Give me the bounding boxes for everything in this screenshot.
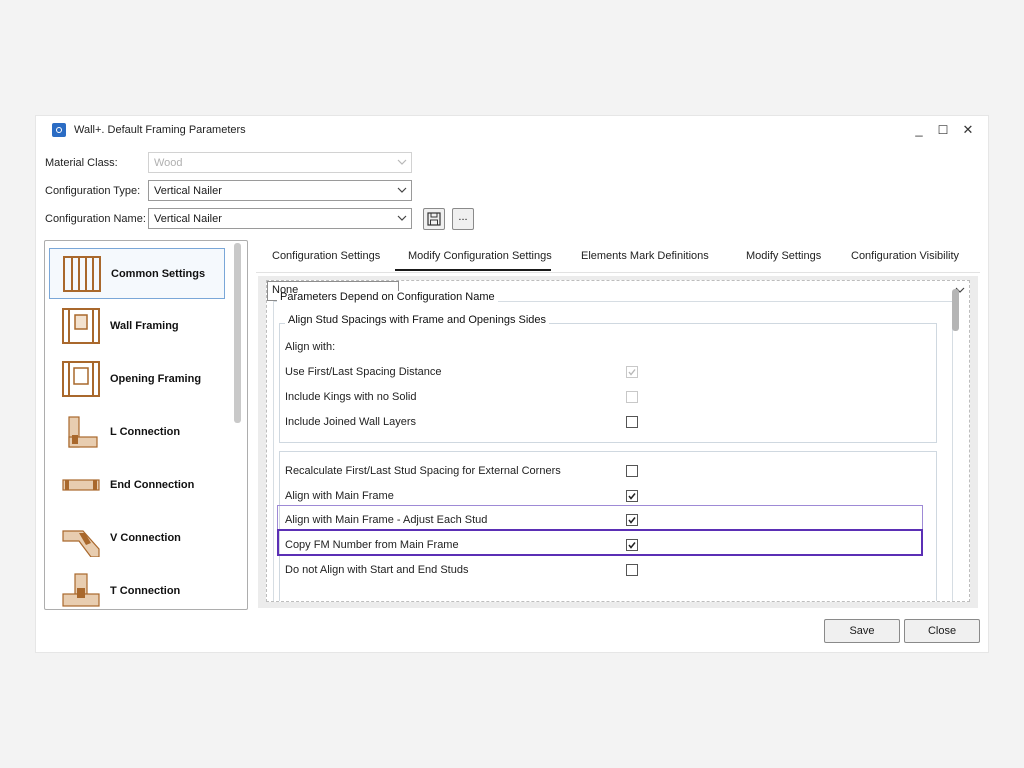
settings-navigation-list: Common Settings Wall Framing Opening Fra…	[44, 240, 248, 610]
no-align-start-end-studs-checkbox[interactable]	[626, 564, 638, 576]
configuration-type-dropdown[interactable]: Vertical Nailer	[148, 180, 412, 201]
dialog-window: Wall+. Default Framing Parameters _ ☐ ✕ …	[36, 116, 988, 652]
tab-configuration-visibility[interactable]: Configuration Visibility	[851, 250, 959, 262]
close-icon[interactable]: ✕	[957, 120, 979, 140]
active-tab-indicator	[395, 269, 551, 271]
use-first-last-spacing-checkbox	[626, 366, 638, 378]
recalculate-spacing-label: Recalculate First/Last Stud Spacing for …	[285, 465, 561, 477]
checkmark-icon	[628, 517, 636, 524]
align-main-frame-adjust-label: Align with Main Frame - Adjust Each Stud	[285, 514, 488, 526]
material-class-dropdown: Wood	[148, 152, 412, 173]
save-button[interactable]: Save	[824, 619, 900, 643]
wall-studs-icon	[63, 256, 101, 292]
opening-framing-icon	[62, 361, 100, 397]
save-configuration-button[interactable]	[423, 208, 445, 230]
navigation-scrollbar[interactable]	[234, 243, 241, 423]
content-scrollbar[interactable]	[952, 289, 959, 331]
nav-item-l-connection[interactable]: L Connection	[49, 407, 225, 458]
end-connection-icon	[62, 479, 100, 491]
tab-strip-divider	[256, 272, 980, 273]
nav-item-wall-framing[interactable]: Wall Framing	[49, 301, 225, 352]
checkmark-icon	[628, 493, 636, 500]
copy-fm-number-label: Copy FM Number from Main Frame	[285, 539, 459, 551]
settings-scroll-area: Parameters Depend on Configuration Name …	[266, 280, 970, 602]
configuration-name-label: Configuration Name:	[45, 213, 146, 225]
tab-configuration-settings[interactable]: Configuration Settings	[272, 250, 380, 262]
window-title: Wall+. Default Framing Parameters	[74, 124, 246, 136]
more-options-button[interactable]: ...	[452, 208, 474, 230]
no-align-start-end-studs-label: Do not Align with Start and End Studs	[285, 564, 469, 576]
material-class-label: Material Class:	[45, 157, 118, 169]
align-main-frame-label: Align with Main Frame	[285, 490, 394, 502]
material-class-value: Wood	[154, 157, 183, 169]
checkmark-icon	[628, 369, 636, 376]
nav-item-t-connection[interactable]: T Connection	[49, 566, 225, 609]
use-first-last-spacing-label: Use First/Last Spacing Distance	[285, 366, 442, 378]
copy-fm-number-checkbox[interactable]	[626, 539, 638, 551]
close-button[interactable]: Close	[904, 619, 980, 643]
nav-item-label: V Connection	[110, 532, 181, 544]
align-group-title: Align Stud Spacings with Frame and Openi…	[285, 314, 550, 326]
align-main-frame-checkbox[interactable]	[626, 490, 638, 502]
nav-item-label: Common Settings	[111, 268, 206, 280]
configuration-type-value: Vertical Nailer	[154, 185, 222, 197]
include-kings-checkbox	[626, 391, 638, 403]
configuration-type-label: Configuration Type:	[45, 185, 141, 197]
checkmark-icon	[628, 542, 636, 549]
maximize-icon[interactable]: ☐	[932, 120, 954, 140]
configuration-name-dropdown[interactable]: Vertical Nailer	[148, 208, 412, 229]
chevron-down-icon	[397, 159, 407, 165]
l-connection-icon	[68, 416, 98, 448]
nav-item-label: T Connection	[110, 585, 181, 597]
wall-framing-icon	[62, 308, 100, 344]
recalculate-spacing-checkbox[interactable]	[626, 465, 638, 477]
align-with-label: Align with:	[285, 341, 336, 353]
nav-item-label: L Connection	[110, 426, 181, 438]
nav-item-label: Wall Framing	[110, 320, 179, 332]
include-kings-label: Include Kings with no Solid	[285, 391, 417, 403]
configuration-name-value: Vertical Nailer	[154, 213, 222, 225]
floppy-disk-icon	[427, 212, 441, 226]
nav-item-label: End Connection	[110, 479, 195, 491]
parameters-group-title: Parameters Depend on Configuration Name	[277, 291, 498, 303]
tab-modify-settings[interactable]: Modify Settings	[746, 250, 821, 262]
nav-item-end-connection[interactable]: End Connection	[49, 460, 225, 511]
app-icon	[52, 123, 66, 137]
nav-item-opening-framing[interactable]: Opening Framing	[49, 354, 225, 405]
chevron-down-icon	[397, 215, 407, 221]
nav-item-label: Opening Framing	[110, 373, 202, 385]
include-joined-wall-layers-label: Include Joined Wall Layers	[285, 416, 417, 428]
chevron-down-icon	[397, 187, 407, 193]
v-connection-icon	[62, 530, 100, 557]
nav-item-v-connection[interactable]: V Connection	[49, 513, 225, 564]
t-connection-icon	[62, 573, 100, 607]
align-with-value: None	[272, 284, 299, 296]
tab-elements-mark-definitions[interactable]: Elements Mark Definitions	[581, 250, 709, 262]
tab-modify-configuration-settings[interactable]: Modify Configuration Settings	[408, 250, 552, 262]
tab-content-panel: Parameters Depend on Configuration Name …	[258, 276, 978, 608]
nav-item-common-settings[interactable]: Common Settings	[49, 248, 225, 299]
include-joined-wall-layers-checkbox[interactable]	[626, 416, 638, 428]
align-main-frame-adjust-checkbox[interactable]	[626, 514, 638, 526]
minimize-icon[interactable]: _	[908, 120, 930, 140]
